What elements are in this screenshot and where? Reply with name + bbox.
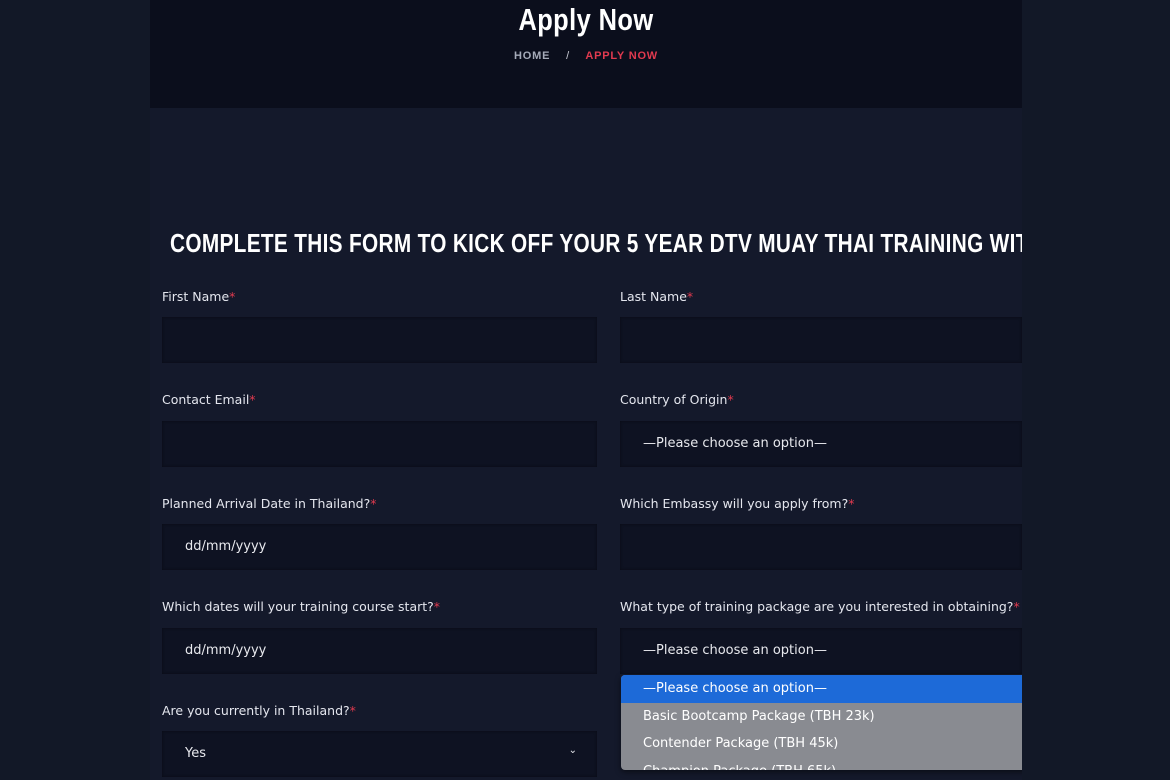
arrival-date-label: Planned Arrival Date in Thailand?* [162, 496, 376, 511]
required-marker: * [727, 392, 734, 407]
required-marker: * [848, 496, 855, 511]
last-name-label-text: Last Name [620, 289, 687, 304]
dropdown-option[interactable]: Basic Bootcamp Package (TBH 23k) [621, 703, 1022, 731]
dropdown-option[interactable]: —Please choose an option— [621, 675, 1022, 703]
page-container: Apply Now HOME / APPLY NOW COMPLETE THIS… [150, 0, 1022, 780]
arrival-date-input[interactable]: dd/mm/yyyy [162, 524, 597, 570]
contact-email-label: Contact Email* [162, 392, 256, 407]
first-name-input[interactable] [162, 317, 597, 363]
required-marker: * [1013, 599, 1020, 614]
breadcrumb: HOME / APPLY NOW [150, 50, 1022, 62]
country-of-origin-label-text: Country of Origin [620, 392, 728, 407]
package-select[interactable]: —Please choose an option— [620, 628, 1022, 674]
in-thailand-select[interactable]: Yes ⌄ [162, 731, 597, 777]
course-start-input[interactable]: dd/mm/yyyy [162, 628, 597, 674]
breadcrumb-home-link[interactable]: HOME [514, 50, 550, 62]
breadcrumb-current: APPLY NOW [585, 50, 658, 62]
embassy-label-text: Which Embassy will you apply from? [620, 496, 849, 511]
last-name-label: Last Name* [620, 289, 693, 304]
required-marker: * [370, 496, 377, 511]
arrival-date-label-text: Planned Arrival Date in Thailand? [162, 496, 371, 511]
first-name-label-text: First Name [162, 289, 230, 304]
package-label-text: What type of training package are you in… [620, 599, 1014, 614]
dropdown-option[interactable]: Contender Package (TBH 45k) [621, 730, 1022, 758]
breadcrumb-separator: / [566, 50, 570, 62]
page-title: Apply Now [518, 2, 654, 37]
in-thailand-label: Are you currently in Thailand?* [162, 703, 356, 718]
page-hero: Apply Now HOME / APPLY NOW [150, 0, 1022, 108]
required-marker: * [349, 703, 356, 718]
first-name-label: First Name* [162, 289, 235, 304]
course-start-placeholder: dd/mm/yyyy [185, 643, 267, 658]
in-thailand-value: Yes [185, 746, 206, 761]
package-value: —Please choose an option— [643, 643, 827, 658]
form-heading: COMPLETE THIS FORM TO KICK OFF YOUR 5 YE… [170, 228, 1022, 258]
contact-email-input[interactable] [162, 421, 597, 467]
country-of-origin-select[interactable]: —Please choose an option— [620, 421, 1022, 467]
course-start-label: Which dates will your training course st… [162, 599, 440, 614]
contact-email-label-text: Contact Email [162, 392, 250, 407]
dropdown-option[interactable]: Champion Package (TBH 65k) [621, 758, 1022, 771]
required-marker: * [433, 599, 441, 614]
course-start-label-text: Which dates will your training course st… [162, 599, 434, 614]
embassy-label: Which Embassy will you apply from?* [620, 496, 855, 511]
embassy-input[interactable] [620, 524, 1022, 570]
chevron-down-icon: ⌄ [568, 745, 577, 756]
country-of-origin-label: Country of Origin* [620, 392, 734, 407]
last-name-input[interactable] [620, 317, 1022, 363]
in-thailand-label-text: Are you currently in Thailand? [162, 703, 350, 718]
arrival-date-placeholder: dd/mm/yyyy [185, 539, 267, 554]
required-marker: * [249, 392, 256, 407]
required-marker: * [686, 289, 694, 304]
package-dropdown-list[interactable]: —Please choose an option— Basic Bootcamp… [621, 675, 1022, 770]
package-label: What type of training package are you in… [620, 599, 1020, 614]
required-marker: * [229, 289, 236, 304]
country-of-origin-value: —Please choose an option— [643, 436, 827, 451]
